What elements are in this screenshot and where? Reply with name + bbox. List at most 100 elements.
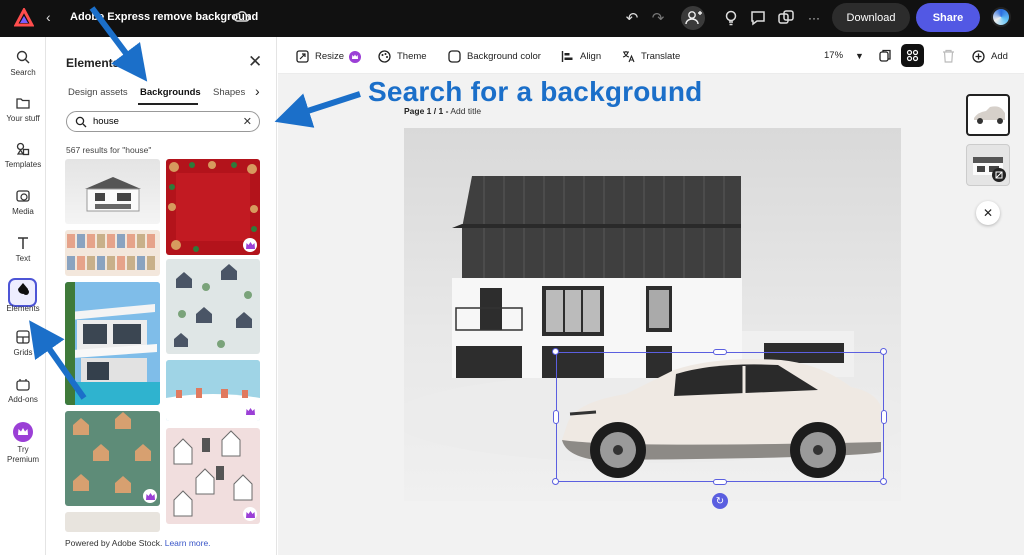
premium-badge (243, 404, 257, 418)
search-field[interactable]: ✕ (66, 111, 260, 132)
background-thumbnail[interactable] (166, 259, 260, 354)
addons-icon (16, 379, 30, 391)
layers-button[interactable] (901, 44, 924, 67)
premium-badge (143, 489, 157, 503)
search-input[interactable] (93, 116, 233, 127)
premium-badge (243, 507, 257, 521)
background-thumbnail[interactable] (166, 428, 260, 524)
tab-design-assets[interactable]: Design assets (68, 87, 128, 98)
more-options-icon[interactable]: ··· (804, 8, 824, 28)
rail-item-templates[interactable]: Templates (0, 141, 46, 169)
palette-icon (378, 50, 391, 63)
elements-panel: Elements ✕ Design assets Backgrounds Sha… (47, 37, 277, 555)
document-title[interactable]: Adobe Express remove background (70, 11, 258, 23)
background-thumbnail[interactable] (65, 159, 160, 224)
selection-box[interactable] (556, 352, 884, 482)
close-icon[interactable]: ✕ (248, 52, 262, 72)
rail-item-elements[interactable]: Elements (0, 278, 46, 313)
rail-label: Your stuff (6, 114, 40, 123)
tab-shapes[interactable]: Shapes (213, 87, 245, 98)
share-button[interactable]: Share (916, 3, 980, 32)
add-person-icon (685, 11, 702, 25)
rail-item-search[interactable]: Search (0, 49, 46, 77)
resize-handle[interactable] (880, 478, 887, 485)
align-button[interactable]: Align (561, 50, 601, 63)
page-thumbnail[interactable] (966, 144, 1010, 186)
zoom-dropdown[interactable]: 17% ▼ (824, 50, 864, 61)
rail-label: Text (15, 254, 31, 263)
background-thumbnail[interactable] (65, 282, 160, 405)
align-label: Align (580, 51, 602, 62)
chevron-right-icon[interactable]: › (255, 83, 260, 99)
page-thumbnail[interactable] (966, 94, 1010, 136)
avatar[interactable] (991, 7, 1011, 27)
clear-search-icon[interactable]: ✕ (243, 115, 252, 128)
cloud-sync-icon[interactable] (232, 8, 250, 26)
annotation-heading: Search for a background (368, 76, 703, 107)
panel-footer: Powered by Adobe Stock. Learn more. (65, 538, 211, 548)
search-icon (75, 116, 87, 127)
hidden-page-badge (992, 168, 1006, 182)
download-button[interactable]: Download (832, 3, 910, 32)
background-thumbnail[interactable] (65, 411, 160, 506)
rail-label: Templates (4, 160, 42, 169)
rail-item-addons[interactable]: Add-ons (0, 376, 46, 404)
pages-icon[interactable] (878, 49, 892, 63)
invite-button[interactable] (681, 6, 705, 30)
translate-icon (622, 51, 635, 63)
rotate-handle-icon[interactable]: ↻ (712, 493, 728, 509)
learn-more-link[interactable]: Learn more. (165, 538, 211, 548)
theme-button[interactable]: Theme (378, 50, 427, 63)
redo-icon[interactable]: ↷ (648, 8, 668, 28)
car-thumbnail (974, 106, 1005, 124)
hidden-icon (995, 171, 1003, 179)
resize-handle[interactable] (881, 410, 887, 424)
rail-item-text[interactable]: Text (0, 235, 46, 263)
rail-item-grids[interactable]: Grids (0, 329, 46, 357)
crown-icon (245, 510, 255, 518)
resize-label: Resize (315, 51, 345, 62)
tab-backgrounds[interactable]: Backgrounds (140, 87, 201, 98)
resize-handle[interactable] (552, 478, 559, 485)
search-icon (16, 50, 30, 64)
crown-icon (245, 241, 255, 249)
rail-item-media[interactable]: Media (0, 188, 46, 216)
trash-icon[interactable] (942, 49, 955, 63)
left-rail: Search Your stuff Templates Media Text E… (0, 37, 46, 555)
add-button[interactable]: Add (972, 50, 1008, 63)
adobe-express-logo[interactable] (14, 8, 34, 28)
resize-handle[interactable] (552, 348, 559, 355)
back-arrow-icon[interactable]: ‹ (46, 9, 51, 25)
background-thumbnail[interactable] (166, 360, 260, 421)
small-houses-pattern-thumbnail (174, 264, 252, 348)
present-icon[interactable] (776, 8, 796, 28)
resize-handle[interactable] (880, 348, 887, 355)
top-bar: ‹ Adobe Express remove background ↶ ↷ ··… (0, 0, 1024, 37)
rail-label: Grids (13, 348, 33, 357)
resize-handle[interactable] (713, 349, 727, 355)
rail-item-your-stuff[interactable]: Your stuff (0, 95, 46, 123)
background-thumbnail[interactable] (65, 512, 160, 532)
house-photo-thumbnail (85, 177, 141, 212)
background-thumbnail[interactable] (65, 230, 160, 276)
rail-item-try-premium[interactable]: Try Premium (0, 422, 46, 465)
rail-label: Try Premium (6, 445, 39, 464)
zoom-value: 17% (824, 50, 844, 61)
lightbulb-icon[interactable] (721, 8, 741, 28)
row-houses-pattern-thumbnail (67, 234, 155, 270)
background-thumbnail[interactable] (166, 159, 260, 255)
text-icon (18, 237, 28, 249)
rail-label: Add-ons (8, 395, 38, 404)
background-color-label: Background color (467, 51, 541, 62)
translate-button[interactable]: Translate (622, 50, 680, 63)
add-label: Add (991, 51, 1008, 62)
resize-handle[interactable] (713, 479, 727, 485)
resize-button[interactable]: Resize (296, 50, 362, 63)
undo-icon[interactable]: ↶ (622, 8, 642, 28)
plus-circle-icon (972, 50, 985, 63)
resize-handle[interactable] (553, 410, 559, 424)
canvas-toolbar: Resize Theme Background color Align Tran… (278, 37, 1024, 74)
background-color-button[interactable]: Background color (448, 50, 541, 63)
close-icon[interactable]: ✕ (976, 201, 1000, 225)
comment-icon[interactable] (748, 8, 768, 28)
